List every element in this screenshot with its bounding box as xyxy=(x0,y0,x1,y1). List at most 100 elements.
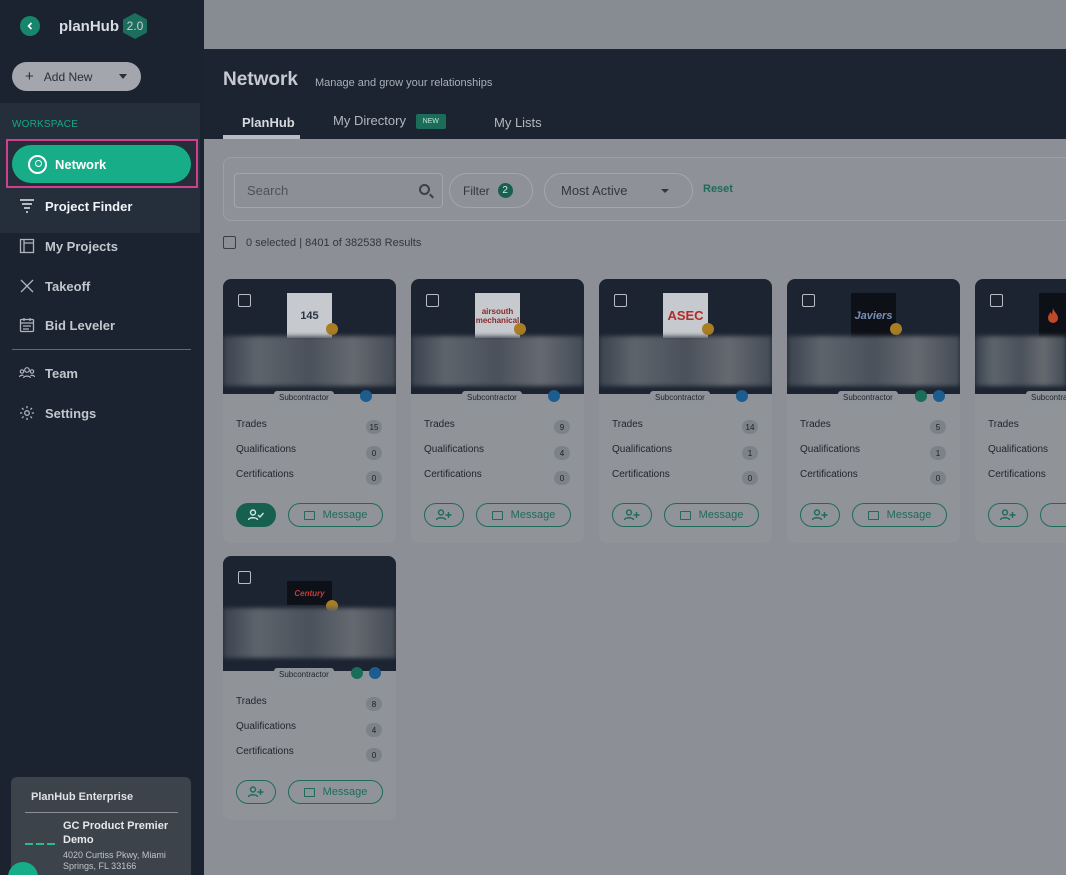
card-checkbox[interactable] xyxy=(614,294,627,307)
sidebar-item-settings[interactable]: Settings xyxy=(18,403,96,423)
message-button[interactable] xyxy=(1040,503,1066,527)
company-card[interactable]: Subcontractor Trades Qualifications Cert… xyxy=(975,279,1066,543)
message-icon xyxy=(491,510,503,520)
search-field[interactable] xyxy=(234,173,443,208)
message-icon xyxy=(679,510,691,520)
tab-my-lists[interactable]: My Lists xyxy=(494,115,542,130)
trades-count: 8 xyxy=(366,697,382,711)
tab-planhub[interactable]: PlanHub xyxy=(242,115,295,130)
brand-name: planHub xyxy=(59,17,119,35)
blurred-company-name xyxy=(411,336,584,386)
stat-label: Trades xyxy=(612,419,643,430)
select-all-checkbox[interactable] xyxy=(223,236,236,249)
folder-pages-icon xyxy=(18,237,36,255)
message-button[interactable]: Message xyxy=(852,503,947,527)
stat-label: Certifications xyxy=(424,469,482,480)
trades-count: 15 xyxy=(366,420,382,434)
certifications-count: 0 xyxy=(930,471,946,485)
results-summary-row: 0 selected | 8401 of 382538 Results xyxy=(223,236,421,249)
sidebar-item-label: Takeoff xyxy=(45,278,91,294)
filter-label: Filter xyxy=(463,183,490,198)
connected-button[interactable] xyxy=(236,503,276,527)
sidebar-item-project-finder[interactable]: Project Finder xyxy=(18,196,132,216)
reset-link[interactable]: Reset xyxy=(703,183,733,195)
message-button[interactable]: Message xyxy=(288,780,383,804)
page-header: Network Manage and grow your relationshi… xyxy=(204,49,1066,139)
enterprise-address: 4020 Curtiss Pkwy, Miami Springs, FL 331… xyxy=(63,850,166,871)
stat-label: Trades xyxy=(800,419,831,430)
card-checkbox[interactable] xyxy=(426,294,439,307)
message-icon xyxy=(303,510,315,520)
stat-label: Trades xyxy=(236,696,267,707)
verified-badge-icon xyxy=(890,323,902,335)
stat-label: Certifications xyxy=(612,469,670,480)
sidebar-item-team[interactable]: Team xyxy=(18,363,78,383)
tab-my-directory[interactable]: My Directory NEW xyxy=(333,113,446,130)
blurred-company-name xyxy=(787,336,960,386)
stat-label: Qualifications xyxy=(612,444,673,455)
caret-down-icon xyxy=(119,74,127,79)
sidebar-item-takeoff[interactable]: Takeoff xyxy=(18,276,90,296)
version-label: 2.0 xyxy=(126,19,144,33)
stat-label: Qualifications xyxy=(236,721,297,732)
user-check-icon xyxy=(248,509,264,521)
message-button[interactable]: Message xyxy=(476,503,571,527)
message-button[interactable]: Message xyxy=(288,503,383,527)
company-card[interactable]: 145 Subcontractor Trades 15 Qualificatio… xyxy=(223,279,396,543)
user-circle-icon xyxy=(28,154,47,174)
sidebar-item-label: Network xyxy=(55,156,107,172)
sidebar-item-bid-leveler[interactable]: Bid Leveler xyxy=(18,315,115,335)
verified-badge-icon xyxy=(326,323,338,335)
message-button[interactable]: Message xyxy=(664,503,759,527)
ruler-cross-icon xyxy=(18,277,36,295)
add-new-button[interactable]: + Add New xyxy=(12,62,141,91)
company-card[interactable]: Century Subcontractor Trades 8 Qualifica… xyxy=(223,556,396,820)
company-logo-icon xyxy=(25,841,55,847)
collapse-sidebar-button[interactable] xyxy=(20,16,40,36)
search-input[interactable] xyxy=(247,183,407,198)
user-plus-icon xyxy=(812,509,828,521)
connect-button[interactable] xyxy=(800,503,840,527)
blurred-company-name xyxy=(975,336,1066,386)
connect-button[interactable] xyxy=(424,503,464,527)
message-label: Message xyxy=(886,509,932,521)
enterprise-company-name: GC Product Premier Demo xyxy=(63,820,169,846)
card-checkbox[interactable] xyxy=(802,294,815,307)
version-badge: 2.0 xyxy=(122,12,148,40)
filter-bar: Filter 2 Most Active Reset xyxy=(223,157,1066,221)
sidebar-item-network[interactable]: Network xyxy=(12,145,191,183)
company-card[interactable]: airsouth mechanical Subcontractor Trades… xyxy=(411,279,584,543)
company-card[interactable]: Javiers Subcontractor Trades 5 Qualifica… xyxy=(787,279,960,543)
stat-label: Certifications xyxy=(800,469,858,480)
connect-button[interactable] xyxy=(236,780,276,804)
enterprise-account-panel[interactable]: PlanHub Enterprise GC Product Premier De… xyxy=(11,777,191,875)
company-logo: Javiers xyxy=(851,293,896,338)
filter-count-badge: 2 xyxy=(497,183,513,198)
qualifications-count: 0 xyxy=(366,446,382,460)
card-checkbox[interactable] xyxy=(238,294,251,307)
tab-label: My Directory xyxy=(333,113,406,128)
card-checkbox[interactable] xyxy=(238,571,251,584)
qualifications-count: 4 xyxy=(366,723,382,737)
gear-icon xyxy=(18,404,36,422)
connect-button[interactable] xyxy=(612,503,652,527)
add-new-label: Add New xyxy=(43,69,93,84)
blurred-company-name xyxy=(599,336,772,386)
message-label: Message xyxy=(698,509,744,521)
role-tag: Subcontractor xyxy=(838,391,898,403)
stat-label: Qualifications xyxy=(800,444,861,455)
connect-button[interactable] xyxy=(988,503,1028,527)
sidebar-divider xyxy=(12,349,191,350)
stat-label: Qualifications xyxy=(988,444,1049,455)
card-checkbox[interactable] xyxy=(990,294,1003,307)
company-card[interactable]: ASEC Subcontractor Trades 14 Qualificati… xyxy=(599,279,772,543)
page-subtitle: Manage and grow your relationships xyxy=(315,77,493,89)
role-tag: Subcontractor xyxy=(274,668,334,680)
company-logo: Century xyxy=(287,581,332,605)
sort-dropdown[interactable]: Most Active xyxy=(544,173,693,208)
filter-button[interactable]: Filter 2 xyxy=(449,173,533,208)
funnel-stack-icon xyxy=(18,197,36,215)
sidebar-item-my-projects[interactable]: My Projects xyxy=(18,236,118,256)
company-logo: ASEC xyxy=(663,293,708,338)
certifications-count: 0 xyxy=(742,471,758,485)
